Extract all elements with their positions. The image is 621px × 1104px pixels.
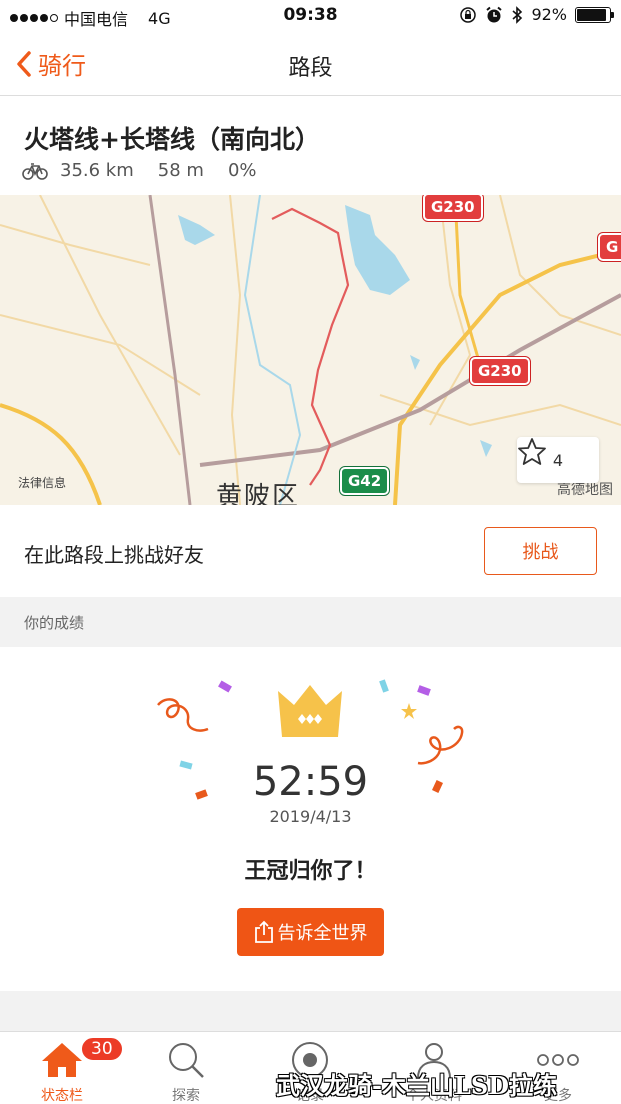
confetti-piece [218, 680, 232, 693]
confetti-piece [417, 685, 431, 696]
map-district-label: 黄陂区 [216, 482, 301, 505]
status-bar: 中国电信 4G 09:38 92% [0, 0, 621, 32]
section-title: 你的成绩 [24, 614, 85, 632]
confetti-star-icon [401, 703, 417, 719]
confetti-swirl [157, 698, 209, 732]
result-date: 2019/4/13 [269, 807, 352, 826]
challenge-row: 在此路段上挑战好友 挑战 [0, 505, 621, 597]
tab-label: 探索 [172, 1088, 200, 1104]
result-time: 52:59 [252, 759, 369, 805]
challenge-button[interactable]: 挑战 [484, 527, 597, 575]
segment-map[interactable]: G230 G230 G42 G 黄陂区 法律信息 高德地图 4 [0, 195, 621, 505]
spacer [0, 991, 621, 1031]
share-label: 告诉全世界 [277, 923, 368, 944]
watermark-text: 武汉龙骑-木兰山LSD拉练 [276, 1071, 557, 1100]
search-icon [164, 1040, 208, 1080]
distance-value: 35.6 km [60, 160, 134, 181]
crown-icon [278, 685, 342, 737]
battery-percent: 92% [531, 5, 567, 24]
page-title: 路段 [288, 56, 333, 81]
highway-shield: G [598, 233, 621, 261]
tab-status[interactable]: 30 状态栏 [0, 1032, 124, 1104]
highway-shield: G230 [470, 357, 530, 385]
segment-stats: 35.6 km 58 m 0% [22, 160, 257, 181]
rotation-lock-icon [460, 6, 477, 23]
results-section-header: 你的成绩 [0, 597, 621, 647]
tab-explore[interactable]: 探索 [124, 1032, 248, 1104]
bluetooth-icon [512, 5, 523, 24]
star-button[interactable]: 4 [517, 437, 599, 483]
battery-icon [575, 6, 614, 23]
result-card: 52:59 2019/4/13 王冠归你了！ 告诉全世界 [0, 647, 621, 991]
elevation-value: 58 m [157, 160, 204, 181]
share-button[interactable]: 告诉全世界 [237, 908, 384, 956]
status-icons: 92% [459, 5, 614, 24]
segment-name: 火塔线+长塔线（南向北） [24, 125, 320, 154]
star-count: 4 [552, 450, 564, 470]
confetti-piece [379, 679, 389, 693]
segment-distance: 35.6 km [22, 160, 134, 181]
star-icon [518, 438, 546, 465]
highway-shield: G230 [423, 195, 483, 221]
nav-bar: 骑行 路段 [0, 32, 621, 96]
map-legal-link[interactable]: 法律信息 [18, 474, 66, 491]
bike-icon [22, 162, 48, 180]
grade-value: 0% [227, 160, 257, 181]
challenge-text: 在此路段上挑战好友 [24, 543, 204, 567]
home-icon [40, 1040, 84, 1080]
notification-badge: 30 [80, 1036, 124, 1062]
share-icon [254, 920, 273, 943]
highway-shield: G42 [340, 467, 390, 495]
alarm-icon [486, 6, 503, 22]
tab-label: 状态栏 [41, 1088, 83, 1104]
crown-message: 王冠归你了！ [244, 859, 377, 884]
